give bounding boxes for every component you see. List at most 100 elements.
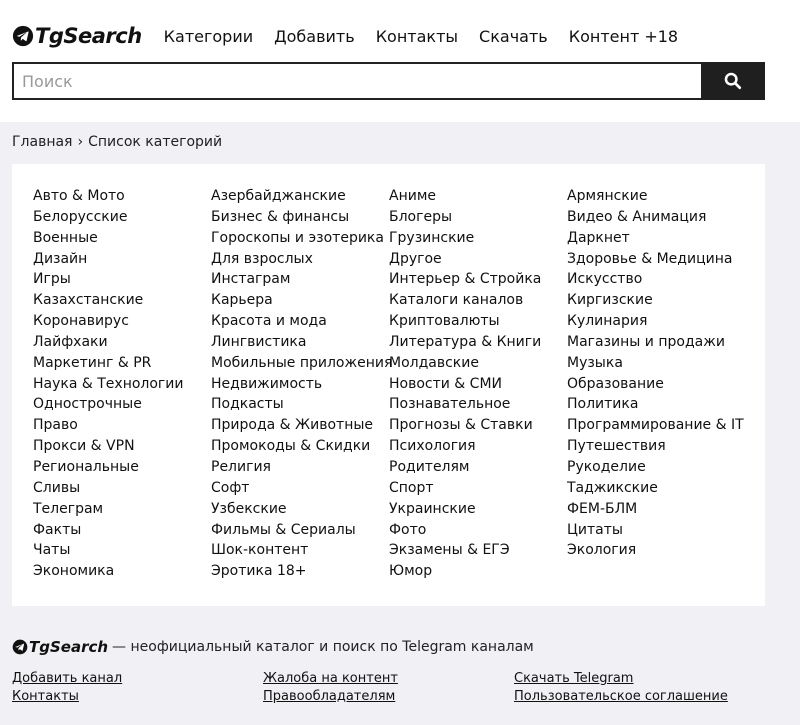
category-link[interactable]: Софт xyxy=(211,478,389,499)
category-link[interactable]: Видео & Анимация xyxy=(567,207,745,228)
nav-contacts[interactable]: Контакты xyxy=(376,27,458,46)
category-link[interactable]: Искусство xyxy=(567,269,745,290)
category-link[interactable]: Факты xyxy=(33,520,211,541)
category-link[interactable]: Для взрослых xyxy=(211,249,389,270)
category-link[interactable]: Фильмы & Сериалы xyxy=(211,520,389,541)
category-link[interactable]: Киргизские xyxy=(567,290,745,311)
category-link[interactable]: Право xyxy=(33,415,211,436)
category-link[interactable]: Психология xyxy=(389,436,567,457)
category-link[interactable]: Лайфхаки xyxy=(33,332,211,353)
nav-download[interactable]: Скачать xyxy=(479,27,548,46)
category-link[interactable]: Украинские xyxy=(389,499,567,520)
category-link[interactable]: Бизнес & финансы xyxy=(211,207,389,228)
category-link[interactable]: ФЕМ-БЛМ xyxy=(567,499,745,520)
category-link[interactable]: Рукоделие xyxy=(567,457,745,478)
nav-adult-content[interactable]: Контент +18 xyxy=(569,27,678,46)
category-link[interactable]: Молдавские xyxy=(389,353,567,374)
category-link[interactable]: Программирование & IT xyxy=(567,415,745,436)
category-link[interactable]: Музыка xyxy=(567,353,745,374)
footer-link-report-content[interactable]: Жалоба на контент xyxy=(263,670,514,688)
category-link[interactable]: Юмор xyxy=(389,561,567,582)
category-link[interactable]: Азербайджанские xyxy=(211,186,389,207)
category-link[interactable]: Однострочные xyxy=(33,394,211,415)
nav-categories[interactable]: Категории xyxy=(164,27,253,46)
breadcrumb-current: Список категорий xyxy=(88,134,223,150)
search-input[interactable] xyxy=(12,62,701,100)
category-link[interactable]: Познавательное xyxy=(389,394,567,415)
category-link[interactable]: Аниме xyxy=(389,186,567,207)
footer-link-download-telegram[interactable]: Скачать Telegram xyxy=(514,670,765,688)
category-columns: Авто & Мото Белорусские Военные Дизайн Игры К… xyxy=(33,186,765,582)
category-link[interactable]: Белорусские xyxy=(33,207,211,228)
category-link[interactable]: Кулинария xyxy=(567,311,745,332)
category-link[interactable]: Красота и мода xyxy=(211,311,389,332)
category-link[interactable]: Региональные xyxy=(33,457,211,478)
nav-add[interactable]: Добавить xyxy=(274,27,355,46)
category-link[interactable]: Эротика 18+ xyxy=(211,561,389,582)
category-link[interactable]: Коронавирус xyxy=(33,311,211,332)
category-link[interactable]: Политика xyxy=(567,394,745,415)
category-link[interactable]: Недвижимость xyxy=(211,374,389,395)
category-link[interactable]: Мобильные приложения xyxy=(211,353,392,374)
footer-telegram-logo-icon xyxy=(12,639,28,655)
category-link[interactable]: Авто & Мото xyxy=(33,186,211,207)
footer-link-copyright-holders[interactable]: Правообладателям xyxy=(263,688,514,706)
category-link[interactable]: Даркнет xyxy=(567,228,745,249)
category-link[interactable]: Сливы xyxy=(33,478,211,499)
category-link[interactable]: Путешествия xyxy=(567,436,745,457)
search-icon xyxy=(724,72,742,90)
category-link[interactable]: Промокоды & Скидки xyxy=(211,436,389,457)
category-link[interactable]: Телеграм xyxy=(33,499,211,520)
category-link[interactable]: Новости & СМИ xyxy=(389,374,567,395)
category-link[interactable]: Религия xyxy=(211,457,389,478)
category-link[interactable]: Карьера xyxy=(211,290,389,311)
category-link[interactable]: Фото xyxy=(389,520,567,541)
main-nav: Категории Добавить Контакты Скачать Конт… xyxy=(164,27,699,46)
site-logo[interactable]: TgSearch xyxy=(12,24,142,48)
footer-link-add-channel[interactable]: Добавить канал xyxy=(12,670,263,688)
category-link[interactable]: Маркетинг & PR xyxy=(33,353,211,374)
category-link[interactable]: Подкасты xyxy=(211,394,389,415)
category-link[interactable]: Шок-контент xyxy=(211,540,389,561)
category-link[interactable]: Криптовалюты xyxy=(389,311,567,332)
category-link[interactable]: Чаты xyxy=(33,540,211,561)
search-button[interactable] xyxy=(701,62,765,100)
telegram-logo-icon xyxy=(12,25,34,47)
category-link[interactable]: Армянские xyxy=(567,186,745,207)
category-link[interactable]: Прокси & VPN xyxy=(33,436,211,457)
category-link[interactable]: Образование xyxy=(567,374,745,395)
category-link[interactable]: Экономика xyxy=(33,561,211,582)
category-link[interactable]: Инстаграм xyxy=(211,269,389,290)
category-link[interactable]: Казахстанские xyxy=(33,290,211,311)
category-link[interactable]: Грузинские xyxy=(389,228,567,249)
footer-link-user-agreement[interactable]: Пользовательское соглашение xyxy=(514,688,765,706)
category-link[interactable]: Дизайн xyxy=(33,249,211,270)
category-link[interactable]: Здоровье & Медицина xyxy=(567,249,745,270)
category-link[interactable]: Цитаты xyxy=(567,520,745,541)
category-link[interactable]: Гороскопы и эзотерика xyxy=(211,228,389,249)
category-link[interactable]: Каталоги каналов xyxy=(389,290,567,311)
footer-link-contacts[interactable]: Контакты xyxy=(12,688,263,706)
category-link[interactable]: Другое xyxy=(389,249,567,270)
breadcrumb-home[interactable]: Главная xyxy=(12,134,72,150)
category-link[interactable]: Экология xyxy=(567,540,745,561)
category-column: Армянские Видео & Анимация Даркнет Здоровье… xyxy=(567,186,745,582)
category-link[interactable]: Магазины и продажи xyxy=(567,332,745,353)
category-link[interactable]: Спорт xyxy=(389,478,567,499)
footer-logo-text: TgSearch xyxy=(29,638,109,656)
category-link[interactable]: Игры xyxy=(33,269,211,290)
category-link[interactable]: Блогеры xyxy=(389,207,567,228)
breadcrumb-separator: › xyxy=(77,134,84,150)
category-link[interactable]: Прогнозы & Ставки xyxy=(389,415,567,436)
category-link[interactable]: Литература & Книги xyxy=(389,332,567,353)
category-link[interactable]: Лингвистика xyxy=(211,332,389,353)
category-link[interactable]: Экзамены & ЕГЭ xyxy=(389,540,567,561)
category-link[interactable]: Таджикские xyxy=(567,478,745,499)
category-column: Азербайджанские Бизнес & финансы Гороскопы… xyxy=(211,186,392,582)
category-link[interactable]: Наука & Технологии xyxy=(33,374,211,395)
category-link[interactable]: Интерьер & Стройка xyxy=(389,269,567,290)
category-link[interactable]: Военные xyxy=(33,228,211,249)
category-link[interactable]: Родителям xyxy=(389,457,567,478)
category-link[interactable]: Природа & Животные xyxy=(211,415,389,436)
category-link[interactable]: Узбекские xyxy=(211,499,389,520)
